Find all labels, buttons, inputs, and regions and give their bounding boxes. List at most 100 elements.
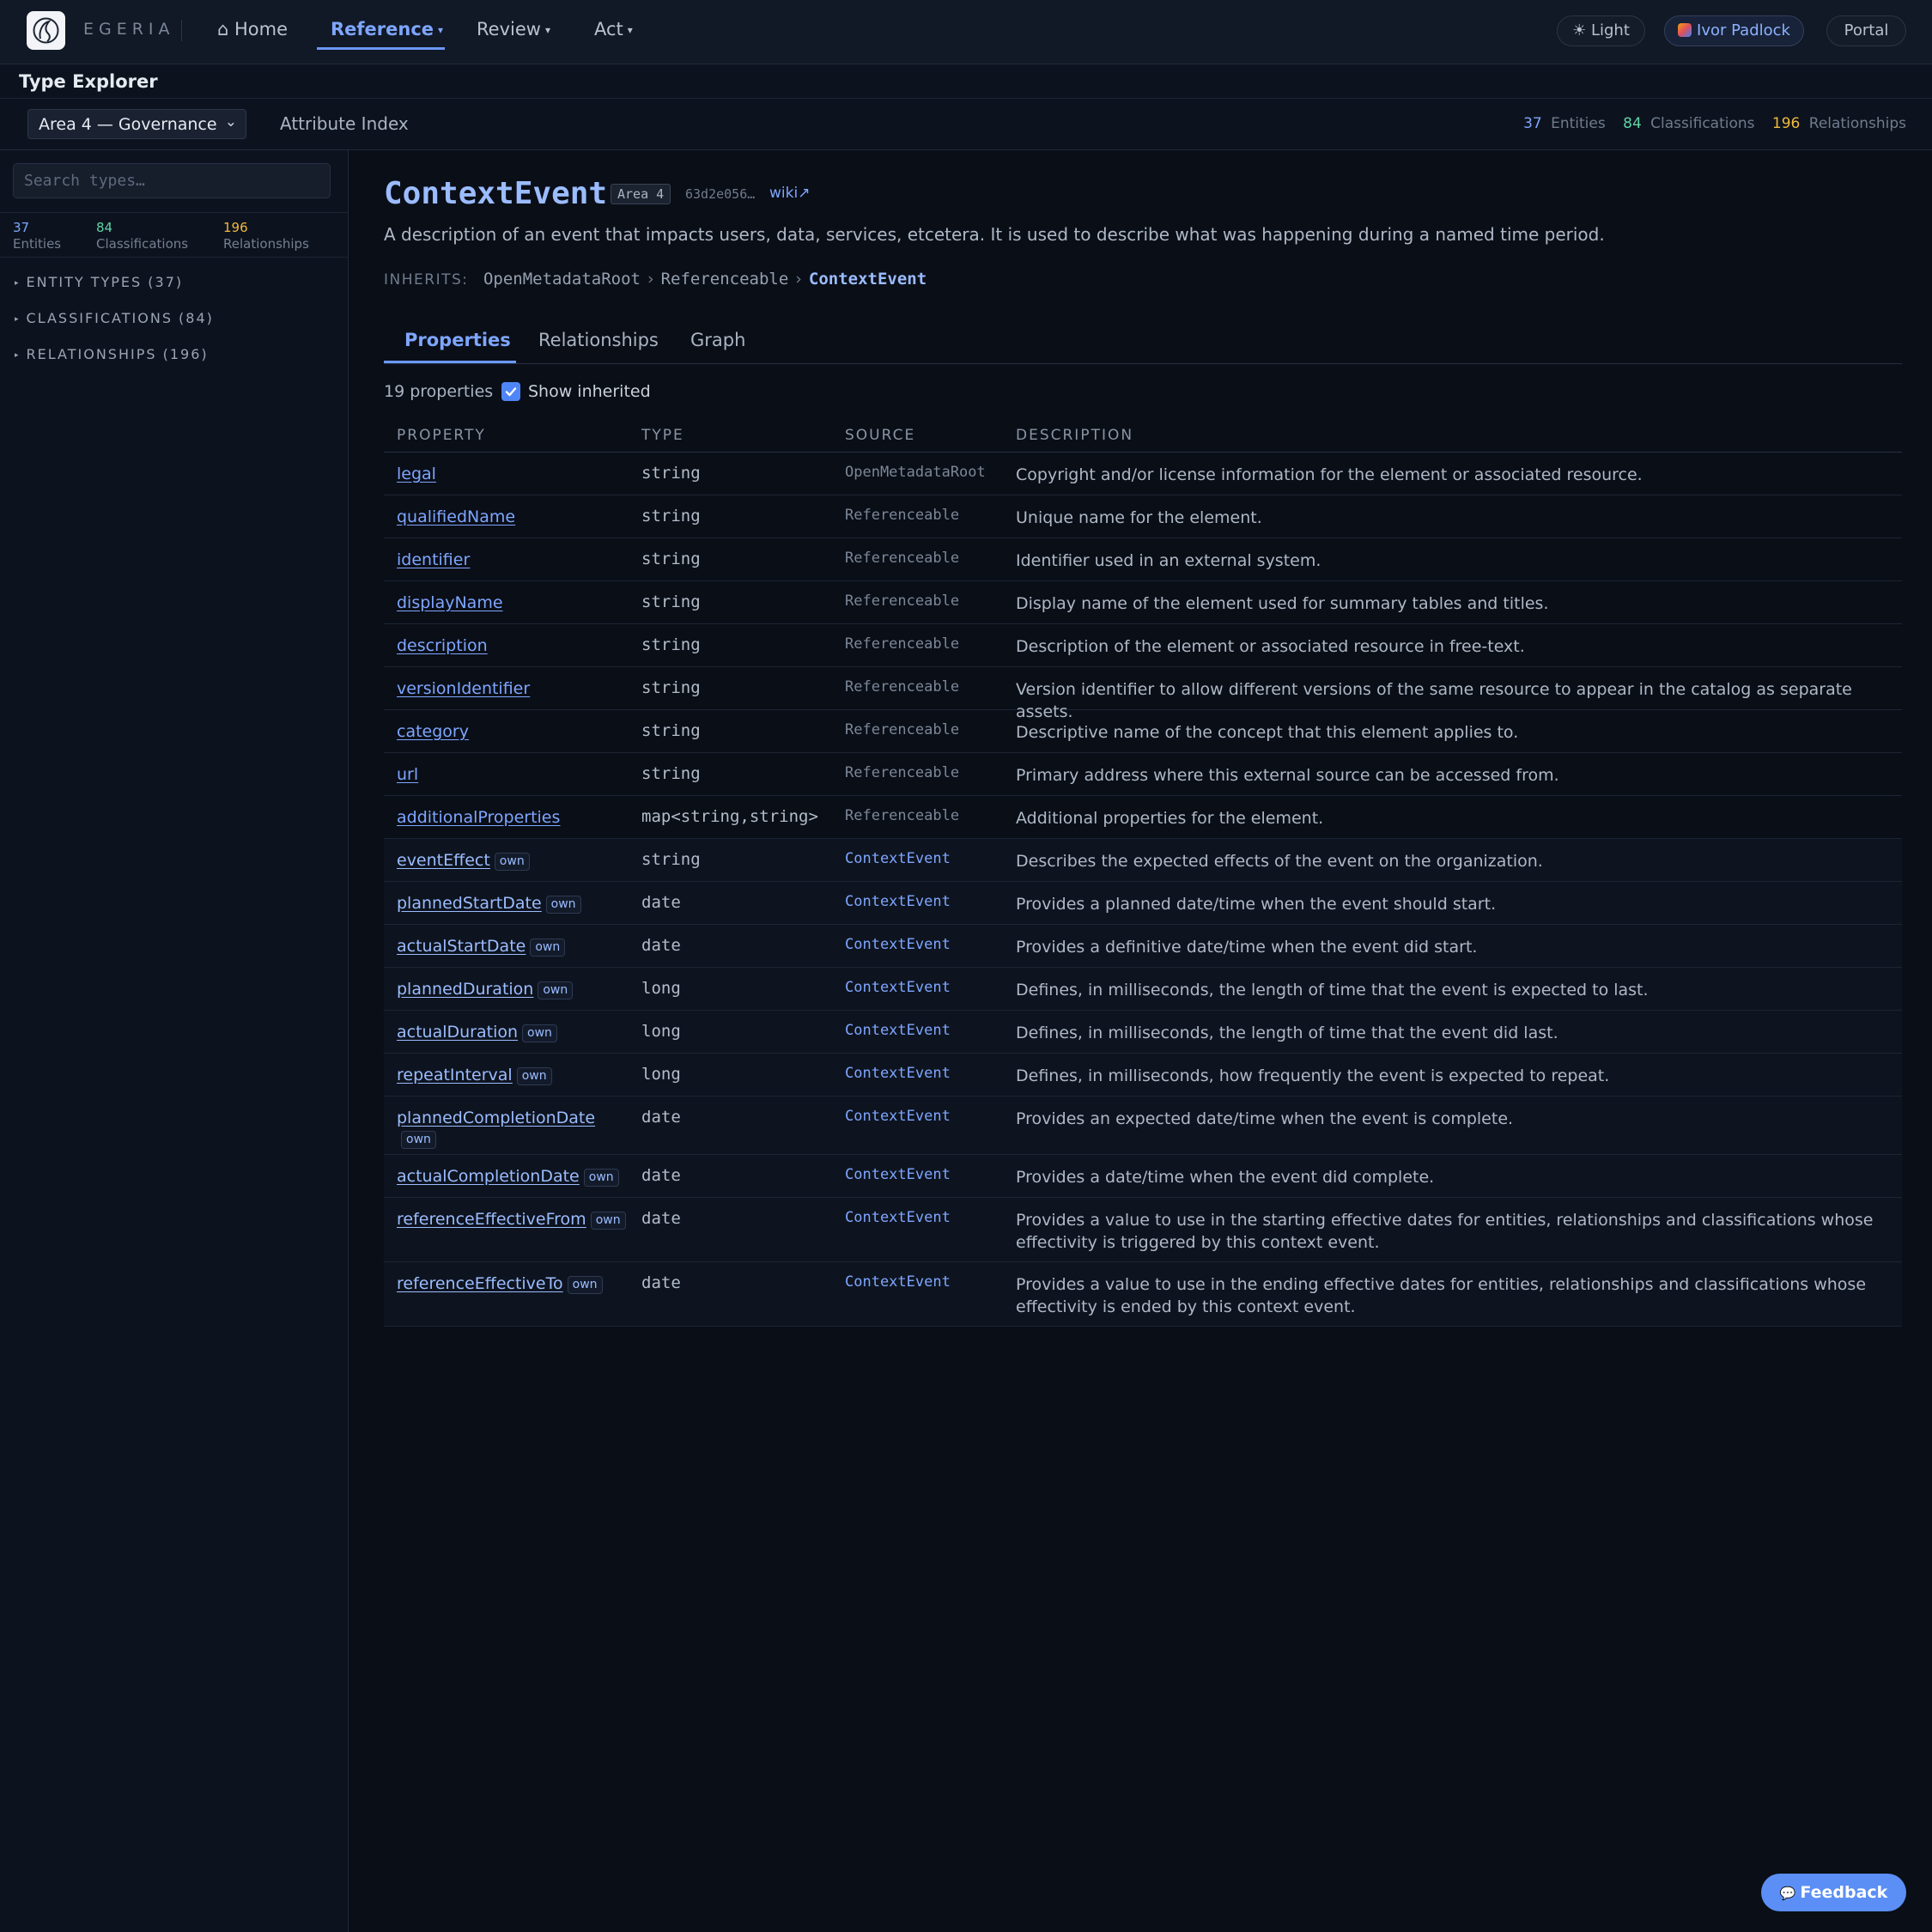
table-row[interactable]: identifier string Referenceable Identifier … <box>384 538 1902 581</box>
property-description: Provides an expected date/time when the … <box>1016 1109 1514 1128</box>
property-name-cell: plannedStartDate own <box>397 893 633 914</box>
property-source: ContextEvent <box>845 979 951 996</box>
property-name-link[interactable]: plannedDuration <box>397 980 533 999</box>
classifications-label: Classifications <box>1650 115 1755 132</box>
property-source[interactable]: OpenMetadataRoot <box>845 464 986 481</box>
table-row[interactable]: actualCompletionDate own date ContextEvent P… <box>384 1155 1902 1198</box>
theme-toggle-button[interactable]: ☀ Light <box>1557 15 1645 46</box>
property-name-cell: referenceEffectiveTo own <box>397 1273 633 1294</box>
user-menu-button[interactable]: Ivor Padlock <box>1664 15 1804 46</box>
property-type: long <box>641 1065 681 1084</box>
breadcrumb-parent[interactable]: Referenceable <box>661 270 789 289</box>
property-description: Defines, in milliseconds, how frequently… <box>1016 1066 1610 1085</box>
nav-review[interactable]: Review ▾ <box>477 19 550 39</box>
expand-triangle-icon: ▸ <box>15 315 19 324</box>
property-source[interactable]: Referenceable <box>845 635 959 653</box>
property-description: Primary address where this external sour… <box>1016 766 1559 785</box>
property-name-link[interactable]: category <box>397 722 469 741</box>
property-name-link[interactable]: displayName <box>397 593 503 612</box>
tab-properties[interactable]: Properties <box>404 330 511 350</box>
property-name-link[interactable]: repeatInterval <box>397 1066 513 1084</box>
wiki-link[interactable]: wiki↗ <box>769 185 810 202</box>
property-description: Provides a value to use in the starting … <box>1016 1211 1874 1252</box>
feedback-button[interactable]: 💬 Feedback <box>1761 1874 1906 1911</box>
table-row[interactable]: qualifiedName string Referenceable Unique n… <box>384 495 1902 538</box>
egeria-logo[interactable] <box>27 11 65 50</box>
column-header-description[interactable]: DESCRIPTION <box>1016 427 1133 444</box>
table-row[interactable]: plannedStartDate own date ContextEvent Provi… <box>384 882 1902 925</box>
tree-section-relationships[interactable]: ▸ RELATIONSHIPS (196) <box>15 346 209 362</box>
classifications-count: 84 <box>96 220 113 235</box>
property-name-link[interactable]: actualDuration <box>397 1023 518 1042</box>
area-select[interactable]: Area 4 — Governance ⌄ <box>27 109 246 139</box>
table-row[interactable]: repeatInterval own long ContextEvent Defines… <box>384 1054 1902 1097</box>
property-name-link[interactable]: eventEffect <box>397 851 490 870</box>
property-source[interactable]: Referenceable <box>845 678 959 696</box>
show-inherited-label[interactable]: Show inherited <box>528 382 651 401</box>
nav-reference[interactable]: Reference ▾ <box>331 19 443 39</box>
property-name-link[interactable]: actualStartDate <box>397 937 526 956</box>
property-description: Descriptive name of the concept that thi… <box>1016 723 1519 742</box>
property-type: date <box>641 1166 681 1185</box>
property-name-link[interactable]: versionIdentifier <box>397 679 530 698</box>
table-row[interactable]: plannedCompletionDate own date ContextEvent… <box>384 1097 1902 1155</box>
inherits-label: INHERITS: <box>384 271 469 289</box>
property-source[interactable]: Referenceable <box>845 764 959 781</box>
nav-home[interactable]: ⌂ Home <box>217 19 288 39</box>
breadcrumb-parent[interactable]: OpenMetadataRoot <box>483 270 641 289</box>
attribute-index-link[interactable]: Attribute Index <box>280 113 409 134</box>
table-row[interactable]: actualStartDate own date ContextEvent Provid… <box>384 925 1902 968</box>
tab-relationships[interactable]: Relationships <box>538 330 659 350</box>
column-header-type[interactable]: TYPE <box>641 427 684 444</box>
property-name-link[interactable]: description <box>397 636 488 655</box>
type-guid[interactable]: 63d2e056… <box>685 186 755 202</box>
property-source[interactable]: Referenceable <box>845 721 959 738</box>
property-name-link[interactable]: url <box>397 765 418 784</box>
table-row[interactable]: actualDuration own long ContextEvent Defines… <box>384 1011 1902 1054</box>
property-name-link[interactable]: actualCompletionDate <box>397 1167 580 1186</box>
tab-graph[interactable]: Graph <box>690 330 745 350</box>
property-type: date <box>641 1273 681 1292</box>
tree-section-classifications[interactable]: ▸ CLASSIFICATIONS (84) <box>15 310 214 326</box>
tree-section-label: ENTITY TYPES (37) <box>26 274 184 290</box>
column-header-source[interactable]: SOURCE <box>845 427 915 444</box>
portal-button[interactable]: Portal <box>1826 15 1906 46</box>
nav-act-label: Act <box>594 19 623 39</box>
property-name-link[interactable]: identifier <box>397 550 470 569</box>
property-source[interactable]: Referenceable <box>845 592 959 610</box>
property-name-link[interactable]: qualifiedName <box>397 507 515 526</box>
table-row[interactable]: description string Referenceable Descriptio… <box>384 624 1902 667</box>
property-name-link[interactable]: plannedStartDate <box>397 894 542 913</box>
property-type: string <box>641 764 701 783</box>
show-inherited-checkbox[interactable] <box>501 382 520 401</box>
table-row[interactable]: url string Referenceable Primary address wh… <box>384 753 1902 796</box>
own-badge: own <box>401 1131 436 1149</box>
table-row[interactable]: additionalProperties map<string,string> Re… <box>384 796 1902 839</box>
property-name-cell: actualCompletionDate own <box>397 1166 633 1187</box>
search-input[interactable] <box>13 163 331 198</box>
table-row[interactable]: referenceEffectiveTo own date ContextEvent P… <box>384 1262 1902 1327</box>
table-row[interactable]: legal string OpenMetadataRoot Copyright and… <box>384 453 1902 495</box>
tree-section-entity-types[interactable]: ▸ ENTITY TYPES (37) <box>15 274 183 290</box>
table-row[interactable]: plannedDuration own long ContextEvent Define… <box>384 968 1902 1011</box>
property-name-link[interactable]: additionalProperties <box>397 808 560 827</box>
property-name-link[interactable]: referenceEffectiveTo <box>397 1274 563 1293</box>
property-name-link[interactable]: plannedCompletionDate <box>397 1109 595 1127</box>
nav-review-label: Review <box>477 19 541 39</box>
property-name-link[interactable]: referenceEffectiveFrom <box>397 1210 586 1229</box>
table-row[interactable]: category string Referenceable Descriptive n… <box>384 710 1902 753</box>
table-row[interactable]: referenceEffectiveFrom own date ContextEven… <box>384 1198 1902 1262</box>
header-stats: 37 Entities 84 Classifications 196 Relat… <box>1510 115 1906 132</box>
column-header-property[interactable]: PROPERTY <box>397 427 486 444</box>
property-name-link[interactable]: legal <box>397 465 436 483</box>
property-source[interactable]: Referenceable <box>845 807 959 824</box>
table-row[interactable]: displayName string Referenceable Display na… <box>384 581 1902 624</box>
table-row[interactable]: versionIdentifier string Referenceable Vers… <box>384 667 1902 721</box>
table-row[interactable]: eventEffect own string ContextEvent Describe… <box>384 839 1902 882</box>
chevron-down-icon: ▾ <box>627 24 633 36</box>
own-badge: own <box>583 1169 619 1187</box>
property-source[interactable]: Referenceable <box>845 507 959 524</box>
nav-act[interactable]: Act ▾ <box>594 19 633 39</box>
user-name: Ivor Padlock <box>1697 21 1790 39</box>
property-source[interactable]: Referenceable <box>845 550 959 567</box>
